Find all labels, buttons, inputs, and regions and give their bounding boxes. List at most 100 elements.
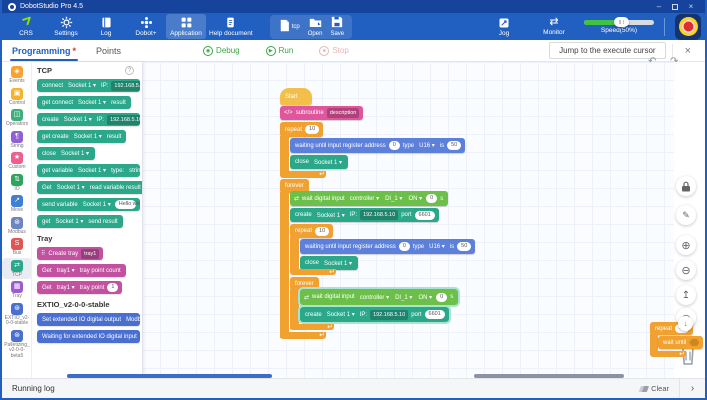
palette-block[interactable]: ⠿Create traytray1	[37, 247, 103, 260]
block-dropdown[interactable]: Socket 1 ▾	[59, 150, 91, 157]
block-dropdown[interactable]: Socket 1 ▾	[81, 201, 113, 208]
block-dropdown[interactable]: Socket 1 ▾	[53, 218, 85, 225]
sidebar-item-string[interactable]: ¶String	[2, 129, 32, 151]
block-dropdown[interactable]: Socket 1 ▾	[55, 184, 87, 191]
toolbar-item-settings[interactable]: Settings	[46, 14, 86, 39]
sidebar-item-io[interactable]: ⇅IO	[2, 172, 32, 194]
value-inset[interactable]: description	[327, 108, 360, 118]
program-canvas[interactable]: Start</>subroutinedescriptionrepeat10wai…	[142, 62, 674, 380]
expand-log-button[interactable]: ›	[679, 379, 705, 399]
redo-icon[interactable]: ↷	[670, 56, 678, 67]
toolbar-item-dobot-plus[interactable]: Dobot+	[126, 14, 166, 39]
speed-slider[interactable]	[584, 20, 654, 25]
sidebar-item-move[interactable]: ↗Move	[2, 193, 32, 215]
block-dropdown[interactable]: Socket 1 ▾	[76, 99, 108, 106]
center-view-button[interactable]: ↥	[676, 285, 696, 305]
sidebar-item-tcp[interactable]: ⇄TCP	[2, 258, 32, 280]
minimize-button[interactable]: –	[651, 1, 667, 12]
close-tab-icon[interactable]: ×	[679, 45, 697, 57]
open-button[interactable]: Open	[308, 17, 323, 37]
jog-button[interactable]: Jog	[484, 14, 524, 39]
value-input[interactable]: Hello world	[115, 200, 136, 209]
create-socket-block[interactable]: createSocket 1 ▾IP:192.168.5.10port6601	[300, 307, 449, 322]
close-window-button[interactable]: ×	[683, 1, 699, 12]
palette-block[interactable]: getSocket 1 ▾send result	[37, 215, 123, 228]
value-input[interactable]: 1	[107, 283, 118, 292]
palette-block[interactable]: GetSocket 1 ▾read variable result	[37, 181, 142, 194]
block-dropdown[interactable]: Socket 1 ▾	[315, 212, 347, 219]
value-input[interactable]: 50	[447, 141, 461, 150]
block-dropdown[interactable]: controller ▾	[358, 294, 391, 301]
sidebar-item-operators[interactable]: ◫Operators	[2, 107, 32, 129]
block-dropdown[interactable]: Socket 1 ▾	[322, 260, 354, 267]
value-input[interactable]: 6601	[415, 211, 435, 220]
block-dropdown[interactable]: Socket 1 ▾	[66, 82, 98, 89]
block-dropdown[interactable]: tray1 ▾	[55, 267, 77, 274]
start-block[interactable]: Start	[280, 88, 312, 105]
palette-block[interactable]: Set extended IO digital outputModbus_IO …	[37, 313, 140, 326]
block-dropdown[interactable]: Socket 1 ▾	[312, 159, 344, 166]
block-dropdown[interactable]: ON ▾	[416, 294, 434, 301]
undo-icon[interactable]: ↶	[648, 56, 656, 67]
palette-block[interactable]: send variableSocket 1 ▾Hello world	[37, 198, 140, 211]
emergency-stop-button[interactable]	[675, 14, 701, 40]
value-input[interactable]: 0	[436, 293, 447, 302]
block-dropdown[interactable]: tray1 ▾	[55, 284, 77, 291]
value-inset[interactable]: 192.168.5.10	[360, 210, 398, 220]
block-dropdown[interactable]: Socket 1 ▾	[76, 167, 108, 174]
sidebar-item-extio-v2-0-0-stable[interactable]: ⊛EXTIO_v2-0-0-stable	[2, 301, 32, 328]
wait-register-block[interactable]: waiting until input register address0typ…	[300, 239, 475, 254]
toolbar-item-help-document[interactable]: Help document	[206, 14, 256, 39]
block-dropdown[interactable]: U16 ▾	[427, 243, 447, 250]
sidebar-item-custom[interactable]: ★Custom	[2, 150, 32, 172]
palette-block[interactable]: Gettray1 ▾tray point count	[37, 264, 126, 277]
wait-register-block[interactable]: waiting until input register address0typ…	[290, 138, 465, 153]
zoom-in-button[interactable]: ⊕	[676, 235, 696, 255]
block-dropdown[interactable]: Socket 1 ▾	[325, 311, 357, 318]
tab-programming[interactable]: Programming *	[10, 40, 78, 61]
restore-button[interactable]	[667, 1, 683, 12]
palette-block[interactable]: connectSocket 1 ▾IP:192.168.5.10	[37, 79, 140, 92]
block-dropdown[interactable]: Socket 1 ▾	[62, 116, 94, 123]
value-input[interactable]: 6601	[425, 310, 445, 319]
sidebar-item-bus[interactable]: SBus	[2, 236, 32, 258]
palette-block[interactable]: Gettray1 ▾tray point1	[37, 281, 122, 294]
value-inset[interactable]: 192.168.5.10	[107, 115, 140, 125]
zoom-out-button[interactable]: ⊖	[676, 260, 696, 280]
run-button[interactable]: ▶ Run	[266, 46, 294, 56]
sidebar-item-control[interactable]: ▣Control	[2, 86, 32, 108]
value-input[interactable]: 50	[457, 242, 471, 251]
block-dropdown[interactable]: Socket 1 ▾	[72, 133, 104, 140]
palette-block[interactable]: get createSocket 1 ▾result	[37, 130, 126, 143]
palette-block[interactable]: get variableSocket 1 ▾type:string ▾	[37, 164, 140, 177]
close-socket-block[interactable]: closeSocket 1 ▾	[290, 155, 348, 169]
sidebar-item-events[interactable]: ◈Events	[2, 64, 32, 86]
palette-block[interactable]: get connectSocket 1 ▾result	[37, 96, 131, 109]
block-dropdown[interactable]: U16 ▾	[417, 142, 437, 149]
block-dropdown[interactable]: DI_1 ▾	[383, 195, 404, 202]
speed-slider-handle[interactable]	[614, 17, 629, 27]
wait-digital-input-block[interactable]: ⇄wait digital inputcontroller ▾DI_1 ▾ON …	[300, 289, 458, 305]
sidebar-item-tray[interactable]: ▦Tray	[2, 279, 32, 301]
block-dropdown[interactable]: controller ▾	[348, 195, 381, 202]
palette-block[interactable]: closeSocket 1 ▾	[37, 147, 95, 160]
value-inset[interactable]: 192.168.5.10	[370, 310, 408, 320]
value-inset[interactable]: tray1	[81, 249, 99, 259]
tab-points[interactable]: Points	[94, 40, 123, 61]
value-inset[interactable]: 192.168.5.10	[111, 81, 140, 91]
debug-button[interactable]: ◉ Debug	[203, 46, 240, 56]
note-button[interactable]: ✎	[676, 205, 696, 225]
monitor-button[interactable]: ⇄ Monitor	[534, 14, 574, 39]
value-input[interactable]: 10	[315, 227, 329, 236]
repeat-block-header[interactable]: repeat10	[280, 122, 323, 137]
value-input[interactable]: 0	[389, 141, 400, 150]
close-socket-block[interactable]: closeSocket 1 ▾	[300, 256, 358, 270]
toolbar-item-application[interactable]: Application	[166, 14, 206, 39]
value-input[interactable]: 10	[305, 125, 319, 134]
value-input[interactable]: 0	[399, 242, 410, 251]
value-input[interactable]: 0	[426, 194, 437, 203]
block-dropdown[interactable]: ON ▾	[406, 195, 424, 202]
help-icon[interactable]: ?	[125, 66, 134, 75]
running-log-bar[interactable]: Running log Clear ›	[2, 378, 705, 398]
block-dropdown[interactable]: Modbus_IO ▾	[124, 316, 140, 323]
